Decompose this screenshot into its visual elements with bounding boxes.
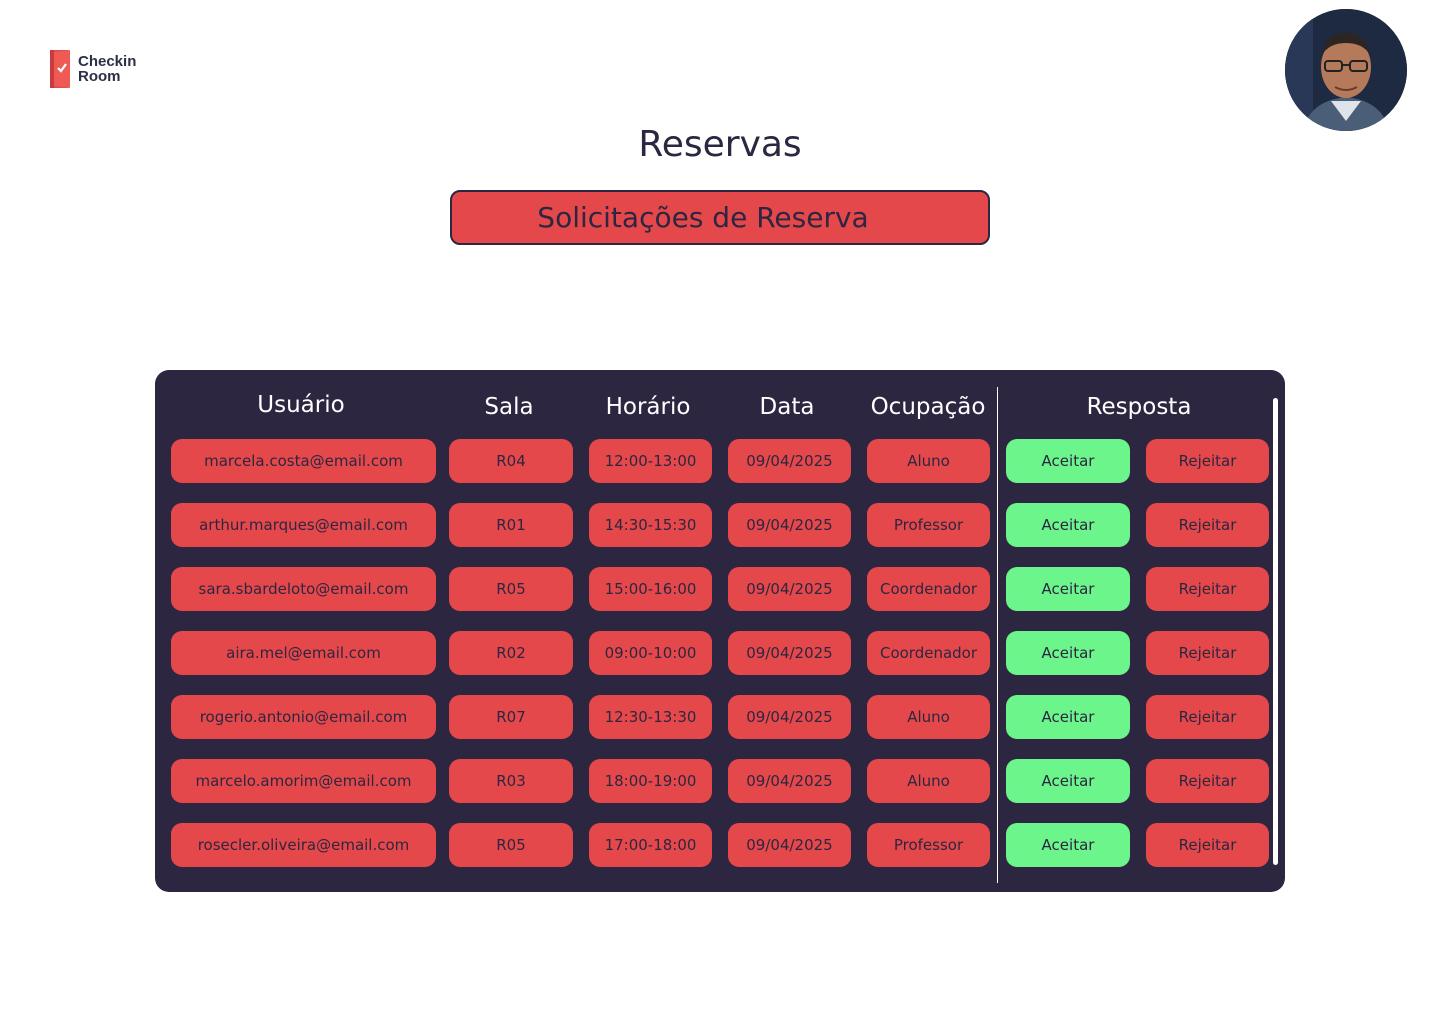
accept-button[interactable]: Aceitar — [1006, 823, 1130, 867]
user-email: rogerio.antonio@email.com — [171, 695, 436, 739]
table-row: sara.sbardeloto@email.com R05 15:00-16:0… — [155, 567, 1285, 611]
app-logo[interactable]: Checkin Room — [48, 48, 136, 90]
date: 09/04/2025 — [728, 439, 851, 483]
user-email: marcela.costa@email.com — [171, 439, 436, 483]
date: 09/04/2025 — [728, 567, 851, 611]
reservation-requests-button[interactable]: Solicitações de Reserva — [450, 190, 990, 245]
occupation: Aluno — [867, 695, 990, 739]
room-code: R04 — [449, 439, 573, 483]
reservation-requests-label: Solicitações de Reserva — [537, 201, 869, 234]
date: 09/04/2025 — [728, 631, 851, 675]
reject-button[interactable]: Rejeitar — [1146, 567, 1269, 611]
room-code: R03 — [449, 759, 573, 803]
room-code: R01 — [449, 503, 573, 547]
reject-button[interactable]: Rejeitar — [1146, 695, 1269, 739]
header-date: Data — [759, 394, 815, 420]
reject-button[interactable]: Rejeitar — [1146, 439, 1269, 483]
user-email: arthur.marques@email.com — [171, 503, 436, 547]
reject-button[interactable]: Rejeitar — [1146, 503, 1269, 547]
header-user: Usuário — [257, 392, 345, 418]
occupation: Professor — [867, 503, 990, 547]
occupation: Coordenador — [867, 631, 990, 675]
date: 09/04/2025 — [728, 503, 851, 547]
accept-button[interactable]: Aceitar — [1006, 503, 1130, 547]
table-row: rogerio.antonio@email.com R07 12:30-13:3… — [155, 695, 1285, 739]
brand-name: Checkin Room — [78, 54, 136, 84]
room-code: R05 — [449, 823, 573, 867]
occupation: Aluno — [867, 439, 990, 483]
reject-button[interactable]: Rejeitar — [1146, 631, 1269, 675]
date: 09/04/2025 — [728, 823, 851, 867]
time-slot: 18:00-19:00 — [589, 759, 712, 803]
table-row: arthur.marques@email.com R01 14:30-15:30… — [155, 503, 1285, 547]
accept-button[interactable]: Aceitar — [1006, 759, 1130, 803]
header-room: Sala — [484, 394, 534, 420]
time-slot: 12:00-13:00 — [589, 439, 712, 483]
user-email: aira.mel@email.com — [171, 631, 436, 675]
accept-button[interactable]: Aceitar — [1006, 695, 1130, 739]
reservations-table: Usuário Sala Horário Data Ocupação Respo… — [155, 370, 1285, 892]
accept-button[interactable]: Aceitar — [1006, 439, 1130, 483]
user-email: sara.sbardeloto@email.com — [171, 567, 436, 611]
room-code: R05 — [449, 567, 573, 611]
user-avatar-image — [1285, 9, 1407, 131]
table-row: aira.mel@email.com R02 09:00-10:00 09/04… — [155, 631, 1285, 675]
door-check-icon — [50, 50, 70, 88]
table-row: marcela.costa@email.com R04 12:00-13:00 … — [155, 439, 1285, 483]
occupation: Aluno — [867, 759, 990, 803]
header-response: Resposta — [1086, 394, 1192, 420]
reject-button[interactable]: Rejeitar — [1146, 759, 1269, 803]
time-slot: 17:00-18:00 — [589, 823, 712, 867]
date: 09/04/2025 — [728, 759, 851, 803]
accept-button[interactable]: Aceitar — [1006, 631, 1130, 675]
time-slot: 12:30-13:30 — [589, 695, 712, 739]
room-code: R02 — [449, 631, 573, 675]
time-slot: 09:00-10:00 — [589, 631, 712, 675]
header-occupation: Ocupação — [870, 394, 986, 420]
time-slot: 14:30-15:30 — [589, 503, 712, 547]
room-code: R07 — [449, 695, 573, 739]
brand-line-1: Checkin — [78, 53, 137, 70]
reject-button[interactable]: Rejeitar — [1146, 823, 1269, 867]
accept-button[interactable]: Aceitar — [1006, 567, 1130, 611]
occupation: Coordenador — [867, 567, 990, 611]
user-email: rosecler.oliveira@email.com — [171, 823, 436, 867]
table-row: rosecler.oliveira@email.com R05 17:00-18… — [155, 823, 1285, 867]
user-email: marcelo.amorim@email.com — [171, 759, 436, 803]
brand-line-2: Room — [78, 68, 121, 85]
header-time: Horário — [605, 394, 691, 420]
page-title: Reservas — [638, 124, 802, 165]
date: 09/04/2025 — [728, 695, 851, 739]
occupation: Professor — [867, 823, 990, 867]
table-row: marcelo.amorim@email.com R03 18:00-19:00… — [155, 759, 1285, 803]
user-avatar[interactable] — [1285, 9, 1407, 131]
time-slot: 15:00-16:00 — [589, 567, 712, 611]
